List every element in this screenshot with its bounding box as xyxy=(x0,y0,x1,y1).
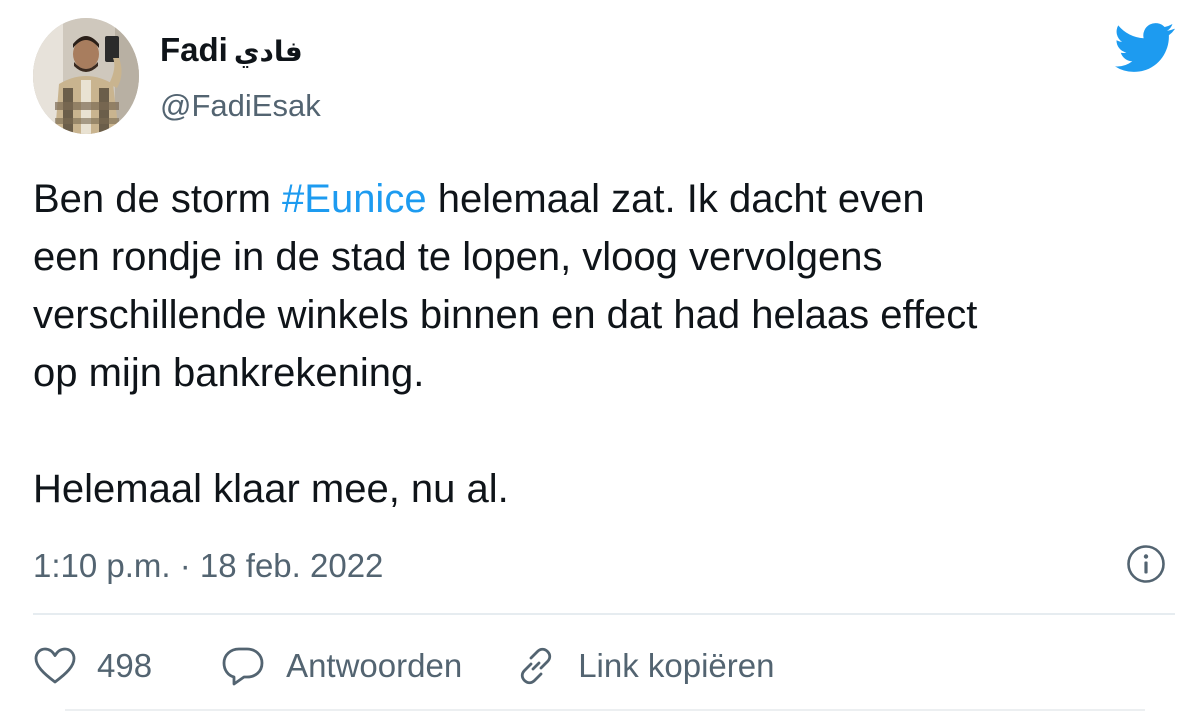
like-count: 498 xyxy=(97,647,153,684)
user-handle[interactable]: @FadiEsak xyxy=(160,86,321,126)
tweet-actions: 498 Antwoorden Link kopiëren xyxy=(33,640,774,692)
divider xyxy=(33,613,1175,615)
user-info: Fadi فادي @FadiEsak xyxy=(160,30,321,126)
tweet-timestamp[interactable]: 1:10 p.m. · 18 feb. 2022 xyxy=(33,544,383,588)
tweet-text-line-4: op mijn bankrekening. xyxy=(33,351,425,395)
bottom-divider xyxy=(65,709,1145,711)
tweet-paragraph-1: Ben de storm #Eunice helemaal zat. Ik da… xyxy=(33,170,1183,402)
tweet-text-line-2: een rondje in de stad te lopen, vloog ve… xyxy=(33,235,883,279)
reply-button[interactable]: Antwoorden xyxy=(220,644,462,688)
tweet-text-line-3: verschillende winkels binnen en dat had … xyxy=(33,293,978,337)
tweet-text-line-1-end: helemaal zat. Ik dacht even xyxy=(426,177,925,221)
hashtag-link[interactable]: #Eunice xyxy=(282,177,427,221)
twitter-bird-icon[interactable] xyxy=(1115,23,1176,73)
info-icon[interactable] xyxy=(1125,543,1167,585)
copy-link-button[interactable]: Link kopiëren xyxy=(514,644,774,688)
like-button[interactable]: 498 xyxy=(33,644,152,688)
tweet-card: Fadi فادي @FadiEsak Ben de storm #Eunice … xyxy=(0,0,1200,714)
tweet-paragraph-2: Helemaal klaar mee, nu al. xyxy=(33,467,509,511)
display-name[interactable]: Fadi فادي xyxy=(160,30,321,72)
display-name-arabic[interactable]: فادي xyxy=(234,35,303,68)
speech-bubble-icon xyxy=(222,647,264,686)
link-icon xyxy=(521,647,552,685)
avatar-photo xyxy=(33,18,139,134)
copy-link-label: Link kopiëren xyxy=(578,647,775,684)
display-name-latin[interactable]: Fadi xyxy=(160,31,228,68)
tweet-text-line-1-start: Ben de storm xyxy=(33,177,283,221)
tweet-text: Ben de storm #Eunice helemaal zat. Ik da… xyxy=(33,170,1183,518)
heart-icon xyxy=(34,647,76,684)
reply-label: Antwoorden xyxy=(286,647,463,684)
avatar[interactable] xyxy=(33,18,139,134)
